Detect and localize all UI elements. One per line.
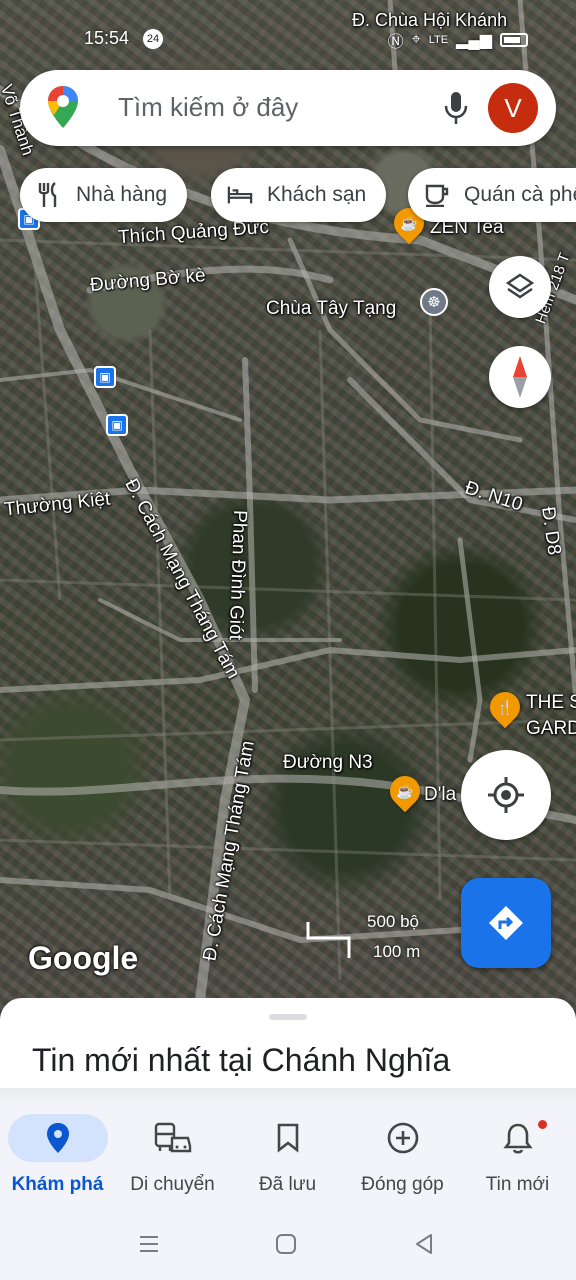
bottom-navigation: Khám phá Di chuyển Đã lưu Đóng góp Tin m…: [0, 1104, 576, 1204]
map-view[interactable]: Đ. Chùa Hội Khánh Thích Quảng Đức Đường …: [0, 0, 576, 1010]
google-attribution: Google: [28, 940, 139, 976]
mic-icon[interactable]: [440, 90, 472, 126]
directions-icon: [489, 906, 523, 940]
recent-apps-icon[interactable]: [137, 1232, 161, 1256]
directions-button[interactable]: [461, 878, 551, 968]
location-icon: ⌖: [411, 31, 421, 48]
coffee-icon: [424, 182, 450, 208]
nav-icon-container: [7, 1114, 108, 1162]
nav-explore[interactable]: Khám phá: [0, 1114, 115, 1204]
nav-icon-container: [238, 1114, 338, 1162]
nav-label: Khám phá: [11, 1174, 104, 1195]
place-label[interactable]: Chùa Tây Tạng: [266, 298, 396, 320]
bus-stop-icon[interactable]: ▣: [94, 366, 116, 388]
system-navigation-bar: [0, 1204, 576, 1280]
back-icon[interactable]: [412, 1232, 436, 1256]
avatar[interactable]: V: [488, 83, 538, 133]
nav-saved[interactable]: Đã lưu: [230, 1114, 345, 1204]
nav-updates[interactable]: Tin mới: [460, 1114, 575, 1204]
nav-label: Đã lưu: [258, 1174, 317, 1195]
search-bar[interactable]: V: [20, 70, 556, 146]
my-location-icon: [488, 777, 524, 813]
bus-stop-icon[interactable]: ▣: [106, 414, 128, 436]
commute-icon: [154, 1122, 191, 1153]
street-label: Phan Đình Giót: [224, 509, 251, 641]
nfc-icon: Ⓝ: [387, 34, 404, 51]
add-circle-icon: [387, 1122, 418, 1154]
notification-dot: [537, 1120, 547, 1129]
nav-icon-container: [123, 1114, 223, 1162]
scale-bar: 500 bộ 100 m: [305, 912, 425, 968]
chip-restaurants[interactable]: Nhà hàng: [20, 168, 188, 222]
lte-label: LTE: [428, 34, 449, 46]
restaurant-icon: [36, 182, 62, 208]
status-icons: Ⓝ ⌖ LTE ▂▄▆: [388, 28, 528, 52]
search-input[interactable]: [118, 92, 418, 123]
nav-commute[interactable]: Di chuyển: [115, 1114, 230, 1204]
nav-icon-container: [353, 1114, 453, 1162]
nav-contribute[interactable]: Đóng góp: [345, 1114, 460, 1204]
place-label[interactable]: THE S GARD: [526, 690, 576, 742]
signal-icon: ▂▄▆: [456, 32, 492, 49]
battery-icon: [500, 33, 528, 47]
chip-label: Nhà hàng: [76, 183, 168, 206]
compass-icon: [513, 356, 527, 398]
chip-coffee[interactable]: Quán cà phê: [408, 168, 576, 222]
chip-label: Khách sạn: [267, 183, 367, 206]
google-maps-logo-icon: [48, 86, 78, 128]
explore-pin-icon: [46, 1123, 69, 1153]
status-time: 15:54: [84, 28, 130, 48]
nav-label: Tin mới: [485, 1174, 550, 1195]
layers-icon: [505, 273, 535, 299]
sheet-divider: [0, 1088, 576, 1104]
category-chips: Nhà hàng Khách sạn Quán cà phê: [20, 168, 576, 224]
sheet-drag-handle[interactable]: [269, 1014, 307, 1020]
bell-icon: [502, 1123, 533, 1154]
place-label[interactable]: D'la: [424, 784, 456, 806]
temple-icon[interactable]: ☸: [420, 288, 448, 316]
compass-button[interactable]: [489, 346, 551, 408]
scale-imperial: 500 bộ: [367, 912, 419, 931]
bookmark-icon: [277, 1123, 298, 1153]
bottom-sheet[interactable]: Tin mới nhất tại Chánh Nghĩa: [0, 998, 576, 1102]
chip-label: Quán cà phê: [464, 183, 576, 206]
scale-metric: 100 m: [373, 942, 421, 961]
street-label: Đường N3: [283, 752, 373, 773]
nav-label: Di chuyển: [130, 1174, 215, 1195]
sheet-title: Tin mới nhất tại Chánh Nghĩa: [32, 1042, 451, 1078]
notification-count-badge: 24: [143, 29, 163, 49]
home-icon[interactable]: [274, 1232, 298, 1256]
nav-icon-container: [468, 1114, 568, 1162]
my-location-button[interactable]: [461, 750, 551, 840]
hotel-icon: [227, 182, 253, 208]
layers-button[interactable]: [489, 256, 551, 318]
status-bar: 15:54 24 Ⓝ ⌖ LTE ▂▄▆: [0, 22, 576, 56]
chip-hotels[interactable]: Khách sạn: [211, 168, 387, 222]
nav-label: Đóng góp: [361, 1174, 444, 1195]
